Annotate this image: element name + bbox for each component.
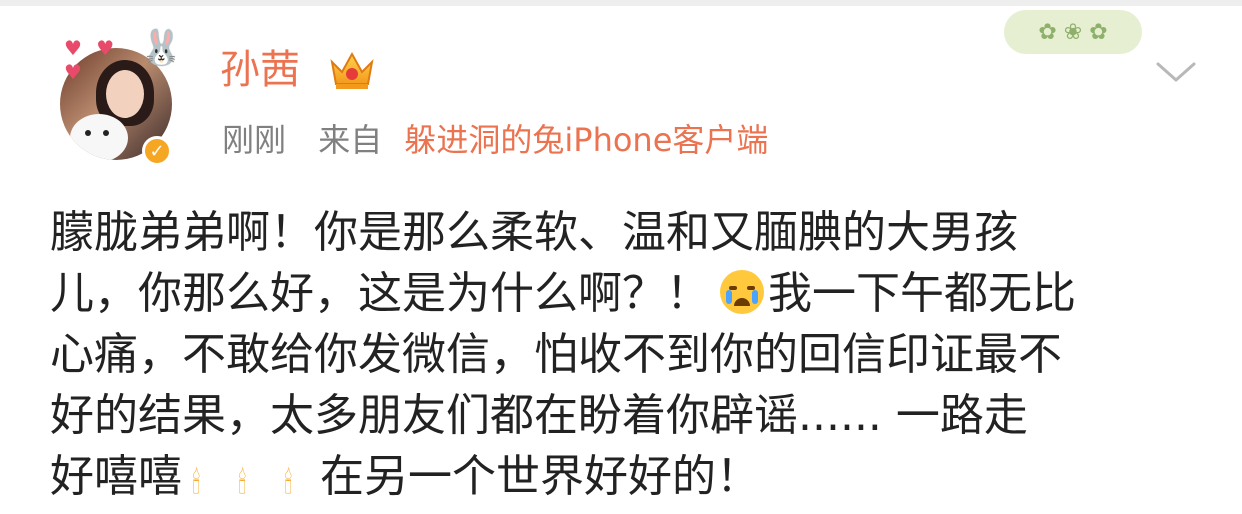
candle-icon: 🕯 — [192, 466, 201, 501]
client-source-link[interactable]: 躲进洞的兔iPhone客户端 — [404, 121, 768, 159]
avatar[interactable]: ♥ ♥ ♥ 🐰 ✓ — [52, 28, 182, 168]
weibo-post-card: ✿ ❀ ✿ ♥ ♥ ♥ 🐰 ✓ 孙茜 刚刚 来自 躲进洞的兔iPhone客户端 … — [0, 0, 1242, 502]
post-line: 心痛，不敢给你发微信，怕收不到你的回信印证最不 — [50, 329, 1062, 380]
from-label: 来自 — [318, 121, 383, 159]
crown-icon[interactable] — [328, 48, 376, 92]
decorative-sticker: ✿ ❀ ✿ — [1004, 10, 1142, 54]
post-time: 刚刚 — [222, 121, 287, 159]
username[interactable]: 孙茜 — [220, 44, 300, 96]
post-line: 儿，你那么好，这是为什么啊？！ 我一下午都无比 — [50, 263, 1200, 324]
bow-decoration-icon: ♥ ♥ ♥ — [64, 36, 119, 84]
candle-icon: 🕯 — [284, 466, 293, 501]
chevron-down-icon[interactable] — [1154, 58, 1198, 86]
post-line: 好嘻嘻 🕯 🕯 🕯 在另一个世界好好的！ — [50, 446, 1200, 507]
post-line-text: 在另一个世界好好的！ — [320, 451, 760, 502]
post-line: 好的结果，太多朋友们都在盼着你辟谣...... 一路走 — [50, 390, 1028, 441]
post-line-text: 好嘻嘻 — [50, 451, 182, 502]
post-meta: 刚刚 来自 躲进洞的兔iPhone客户端 — [222, 118, 768, 162]
crying-face-icon — [720, 270, 764, 314]
post-line-text: 我一下午都无比 — [768, 268, 1076, 319]
post-body: 朦胧弟弟啊！你是那么柔软、温和又腼腆的大男孩 儿，你那么好，这是为什么啊？！ 我一… — [50, 202, 1200, 507]
post-line: 朦胧弟弟啊！你是那么柔软、温和又腼腆的大男孩 — [50, 207, 1018, 258]
post-line-text: 儿，你那么好，这是为什么啊？！ — [50, 268, 710, 319]
candle-icon: 🕯 — [238, 466, 247, 501]
verified-badge-icon: ✓ — [142, 136, 172, 166]
bunny-decoration-icon: 🐰 — [140, 28, 183, 68]
